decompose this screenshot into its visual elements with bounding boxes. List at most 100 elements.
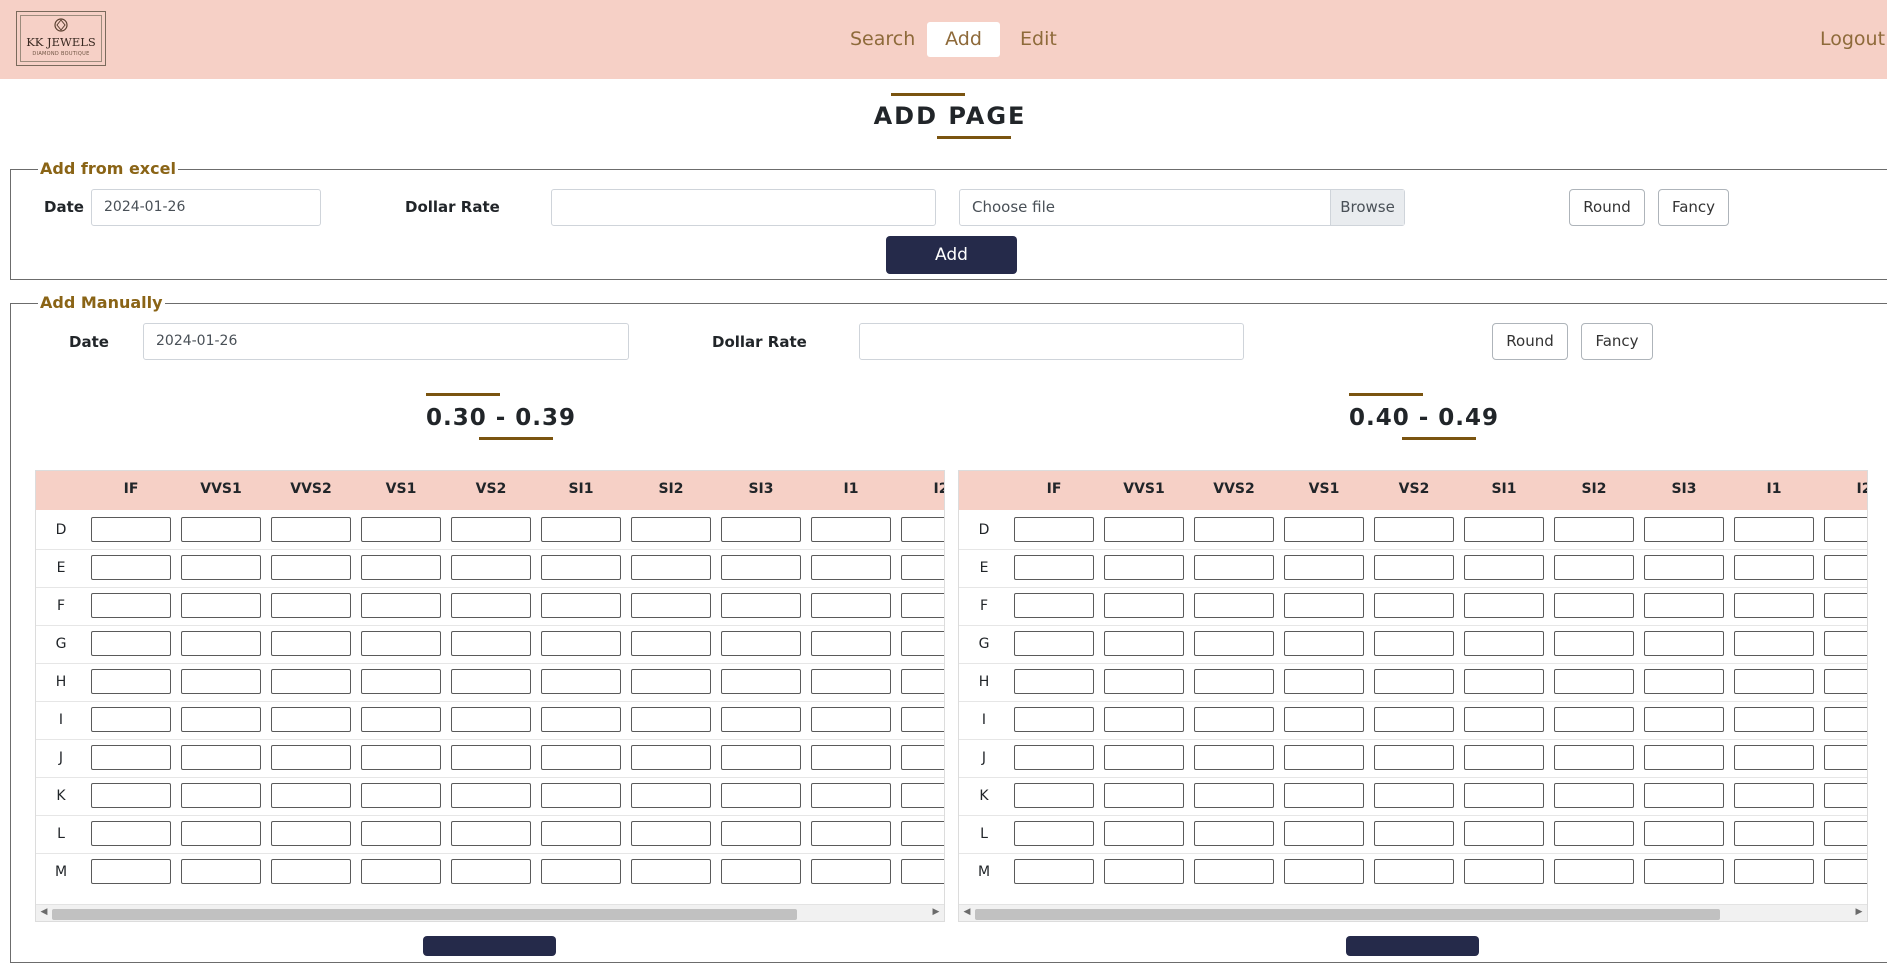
price-cell-input[interactable] — [811, 745, 891, 770]
price-cell-input[interactable] — [1464, 631, 1544, 656]
price-cell-input[interactable] — [1464, 555, 1544, 580]
price-cell-input[interactable] — [451, 745, 531, 770]
price-cell-input[interactable] — [631, 821, 711, 846]
nav-edit[interactable]: Edit — [1008, 22, 1069, 57]
price-cell-input[interactable] — [1194, 783, 1274, 808]
price-cell-input[interactable] — [1644, 821, 1724, 846]
price-cell-input[interactable] — [1194, 821, 1274, 846]
price-cell-input[interactable] — [1104, 517, 1184, 542]
price-cell-input[interactable] — [1644, 783, 1724, 808]
price-cell-input[interactable] — [541, 669, 621, 694]
price-cell-input[interactable] — [361, 783, 441, 808]
price-cell-input[interactable] — [271, 555, 351, 580]
price-cell-input[interactable] — [1284, 669, 1364, 694]
price-cell-input[interactable] — [271, 517, 351, 542]
price-cell-input[interactable] — [1464, 669, 1544, 694]
price-cell-input[interactable] — [1734, 669, 1814, 694]
price-cell-input[interactable] — [451, 707, 531, 732]
price-cell-input[interactable] — [541, 745, 621, 770]
scroll-left-icon[interactable]: ◀ — [38, 907, 50, 917]
price-cell-input[interactable] — [451, 859, 531, 884]
browse-button[interactable]: Browse — [1330, 190, 1404, 225]
price-cell-input[interactable] — [811, 859, 891, 884]
price-cell-input[interactable] — [1554, 745, 1634, 770]
price-cell-input[interactable] — [91, 821, 171, 846]
price-cell-input[interactable] — [1014, 669, 1094, 694]
price-cell-input[interactable] — [631, 745, 711, 770]
price-cell-input[interactable] — [91, 593, 171, 618]
price-cell-input[interactable] — [361, 821, 441, 846]
price-cell-input[interactable] — [1104, 821, 1184, 846]
price-cell-input[interactable] — [811, 631, 891, 656]
price-cell-input[interactable] — [901, 859, 944, 884]
price-cell-input[interactable] — [1194, 859, 1274, 884]
price-cell-input[interactable] — [1284, 517, 1364, 542]
price-cell-input[interactable] — [1464, 745, 1544, 770]
price-cell-input[interactable] — [901, 593, 944, 618]
price-cell-input[interactable] — [1734, 555, 1814, 580]
price-cell-input[interactable] — [1734, 707, 1814, 732]
price-cell-input[interactable] — [1824, 555, 1867, 580]
price-cell-input[interactable] — [1014, 593, 1094, 618]
price-cell-input[interactable] — [1374, 555, 1454, 580]
grid2-submit-button[interactable] — [1346, 936, 1479, 956]
scroll-right-icon[interactable]: ▶ — [930, 907, 942, 917]
scroll-right-icon[interactable]: ▶ — [1853, 907, 1865, 917]
price-cell-input[interactable] — [91, 555, 171, 580]
price-cell-input[interactable] — [1374, 593, 1454, 618]
price-cell-input[interactable] — [1374, 745, 1454, 770]
price-cell-input[interactable] — [1464, 783, 1544, 808]
price-cell-input[interactable] — [811, 593, 891, 618]
price-cell-input[interactable] — [901, 517, 944, 542]
price-cell-input[interactable] — [1464, 707, 1544, 732]
price-cell-input[interactable] — [1824, 745, 1867, 770]
price-cell-input[interactable] — [1104, 631, 1184, 656]
manual-fancy-button[interactable]: Fancy — [1581, 323, 1653, 360]
price-cell-input[interactable] — [271, 669, 351, 694]
price-cell-input[interactable] — [1824, 821, 1867, 846]
price-cell-input[interactable] — [91, 859, 171, 884]
nav-search[interactable]: Search — [838, 22, 927, 57]
price-cell-input[interactable] — [1554, 555, 1634, 580]
price-cell-input[interactable] — [1824, 517, 1867, 542]
price-cell-input[interactable] — [181, 859, 261, 884]
price-cell-input[interactable] — [1734, 517, 1814, 542]
price-cell-input[interactable] — [181, 745, 261, 770]
price-cell-input[interactable] — [631, 593, 711, 618]
price-cell-input[interactable] — [451, 821, 531, 846]
excel-dollar-input[interactable] — [551, 189, 936, 226]
price-cell-input[interactable] — [1374, 783, 1454, 808]
price-cell-input[interactable] — [1014, 859, 1094, 884]
price-cell-input[interactable] — [271, 859, 351, 884]
scrollbar-thumb[interactable] — [975, 909, 1720, 920]
price-cell-input[interactable] — [361, 669, 441, 694]
price-cell-input[interactable] — [1104, 707, 1184, 732]
price-cell-input[interactable] — [181, 783, 261, 808]
price-cell-input[interactable] — [1194, 593, 1274, 618]
price-cell-input[interactable] — [901, 707, 944, 732]
price-cell-input[interactable] — [1644, 593, 1724, 618]
price-cell-input[interactable] — [1374, 821, 1454, 846]
price-cell-input[interactable] — [361, 631, 441, 656]
price-cell-input[interactable] — [721, 517, 801, 542]
price-cell-input[interactable] — [1374, 631, 1454, 656]
price-cell-input[interactable] — [541, 631, 621, 656]
price-cell-input[interactable] — [541, 517, 621, 542]
price-cell-input[interactable] — [721, 631, 801, 656]
price-cell-input[interactable] — [631, 783, 711, 808]
price-cell-input[interactable] — [361, 593, 441, 618]
price-cell-input[interactable] — [1734, 859, 1814, 884]
price-cell-input[interactable] — [451, 783, 531, 808]
price-cell-input[interactable] — [541, 707, 621, 732]
price-cell-input[interactable] — [1104, 593, 1184, 618]
price-cell-input[interactable] — [1014, 707, 1094, 732]
price-cell-input[interactable] — [1284, 783, 1364, 808]
price-cell-input[interactable] — [181, 669, 261, 694]
price-cell-input[interactable] — [451, 555, 531, 580]
price-cell-input[interactable] — [541, 555, 621, 580]
price-cell-input[interactable] — [811, 517, 891, 542]
price-cell-input[interactable] — [1464, 517, 1544, 542]
price-cell-input[interactable] — [1824, 859, 1867, 884]
price-cell-input[interactable] — [271, 821, 351, 846]
price-cell-input[interactable] — [271, 631, 351, 656]
